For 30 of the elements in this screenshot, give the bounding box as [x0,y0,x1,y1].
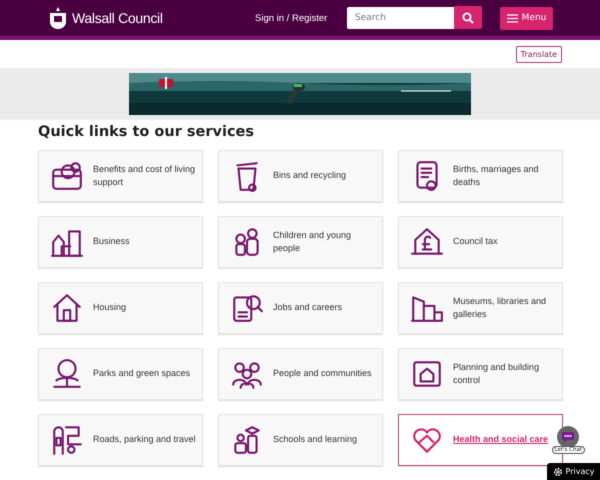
service-link-card[interactable]: Housing [38,282,203,334]
section-heading: Quick links to our services [38,124,256,140]
service-link-card[interactable]: Roads, parking and travel [38,414,203,466]
sign-in-link[interactable]: Sign in / Register [255,12,347,24]
gear-icon [552,466,563,476]
service-link-card[interactable]: Jobs and careers [218,282,383,334]
service-link-card[interactable]: Business [38,216,203,268]
privacy-button[interactable]: Privacy [547,463,600,480]
search-icon [462,12,474,24]
card-coins-icon [50,159,84,193]
search-field[interactable]: Search [347,7,454,29]
search-button[interactable] [454,6,482,29]
house-icon [50,291,84,325]
menu-button[interactable]: Menu [500,6,553,30]
service-link-card[interactable]: Schools and learning [218,414,383,466]
service-link-card[interactable]: Benefits and cost of living support [38,150,203,202]
service-link-card[interactable]: Council tax [398,216,563,268]
service-link-card[interactable]: Bins and recycling [218,150,383,202]
service-link-card[interactable]: Planning and building control [398,348,563,400]
menu-icon [506,14,518,22]
service-link-card[interactable]: People and communities [218,348,383,400]
service-link-card[interactable]: Museums, libraries and galleries [398,282,563,334]
crest-icon [47,6,69,30]
service-link-card[interactable]: Births, marriages and deaths [398,150,563,202]
chat-bubble-icon [557,426,580,448]
logo-text[interactable]: Walsall Council [72,10,163,26]
tree-icon [50,357,84,391]
service-link-card[interactable]: Parks and green spaces [38,348,203,400]
service-link-card[interactable]: Children and young people [218,216,383,268]
translate-button[interactable]: Translate [516,46,562,62]
